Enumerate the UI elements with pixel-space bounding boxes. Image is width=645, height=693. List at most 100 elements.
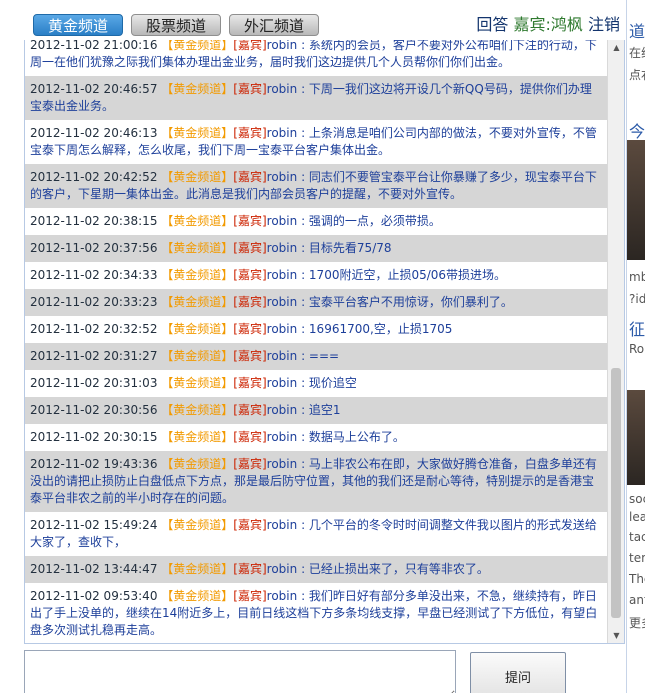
message-username[interactable]: robin	[267, 40, 298, 52]
message-username[interactable]: robin	[267, 403, 298, 417]
message-username[interactable]: robin	[267, 562, 298, 576]
message-text: 宝泰平台客户不用惊讶，你们暴利了。	[308, 295, 513, 309]
message-channel-tag: 【黄金频道】	[161, 82, 234, 96]
vertical-scrollbar[interactable]: ▲ ▼	[607, 40, 624, 643]
message-row: 2012-11-02 21:00:16 【黄金频道】[嘉宾]robin : 系统…	[25, 40, 608, 76]
side-item[interactable]: 点右	[629, 66, 645, 83]
message-guest-tag: [嘉宾]	[233, 349, 267, 363]
message-channel-tag: 【黄金频道】	[161, 322, 234, 336]
message-text: 16961700,空，止损1705	[308, 322, 453, 336]
message-channel-tag: 【黄金频道】	[161, 430, 234, 444]
message-username[interactable]: robin	[267, 457, 298, 471]
side-item[interactable]: tem	[629, 551, 645, 565]
message-timestamp: 2012-11-02 20:46:13	[30, 126, 158, 140]
message-username[interactable]: robin	[267, 295, 298, 309]
side-item[interactable]: mb	[629, 270, 645, 284]
message-separator: :	[297, 457, 309, 471]
tab-stock-channel[interactable]: 股票频道	[131, 14, 221, 36]
message-row: 2012-11-02 20:32:52 【黄金频道】[嘉宾]robin : 16…	[25, 316, 608, 343]
side-item[interactable]: The	[629, 572, 645, 586]
side-item[interactable]: lea	[629, 510, 645, 524]
scroll-down-icon[interactable]: ▼	[608, 628, 624, 643]
side-item[interactable]: ant	[629, 593, 645, 607]
message-username[interactable]: robin	[267, 82, 298, 96]
logout-link[interactable]: 注销	[588, 15, 620, 34]
message-username[interactable]: robin	[267, 268, 298, 282]
side-item[interactable]: Rol	[629, 342, 645, 356]
message-guest-tag: [嘉宾]	[233, 562, 267, 576]
answer-link[interactable]: 回答	[476, 15, 508, 34]
message-guest-tag: [嘉宾]	[233, 376, 267, 390]
message-channel-tag: 【黄金频道】	[161, 349, 234, 363]
message-username[interactable]: robin	[267, 349, 298, 363]
message-guest-tag: [嘉宾]	[233, 518, 267, 532]
tab-forex-channel[interactable]: 外汇频道	[229, 14, 319, 36]
question-input[interactable]	[24, 650, 456, 693]
message-timestamp: 2012-11-02 20:34:33	[30, 268, 158, 282]
message-channel-tag: 【黄金频道】	[161, 562, 234, 576]
scroll-thumb[interactable]	[611, 368, 621, 618]
message-guest-tag: [嘉宾]	[233, 403, 267, 417]
side-item[interactable]: tac	[629, 530, 645, 544]
message-channel-tag: 【黄金频道】	[161, 241, 234, 255]
message-username[interactable]: robin	[267, 518, 298, 532]
guest-label: 嘉宾:	[513, 15, 551, 34]
message-username[interactable]: robin	[267, 170, 298, 184]
message-guest-tag: [嘉宾]	[233, 170, 267, 184]
ask-button[interactable]: 提问	[470, 652, 566, 693]
message-username[interactable]: robin	[267, 430, 298, 444]
message-timestamp: 2012-11-02 20:46:57	[30, 82, 158, 96]
message-channel-tag: 【黄金频道】	[161, 518, 234, 532]
message-separator: :	[297, 562, 309, 576]
message-channel-tag: 【黄金频道】	[161, 376, 234, 390]
message-row: 2012-11-02 20:42:52 【黄金频道】[嘉宾]robin : 同志…	[25, 164, 608, 208]
side-item[interactable]: 更多	[629, 614, 645, 631]
side-item[interactable]: 在线	[629, 44, 645, 61]
message-username[interactable]: robin	[267, 376, 298, 390]
side-item[interactable]: 征	[629, 316, 645, 340]
message-separator: :	[297, 376, 309, 390]
message-row: 2012-11-02 20:30:15 【黄金频道】[嘉宾]robin : 数据…	[25, 424, 608, 451]
message-text: 追空1	[308, 403, 341, 417]
message-guest-tag: [嘉宾]	[233, 430, 267, 444]
message-username[interactable]: robin	[267, 126, 298, 140]
side-item[interactable]: 道	[629, 18, 645, 42]
tab-gold-channel[interactable]: 黄金频道	[33, 14, 123, 36]
message-channel-tag: 【黄金频道】	[161, 295, 234, 309]
message-text: ===	[308, 349, 340, 363]
message-text: 目标先看75/78	[308, 241, 392, 255]
message-separator: :	[297, 518, 309, 532]
side-item[interactable]: ?id	[629, 292, 645, 306]
message-username[interactable]: robin	[267, 241, 298, 255]
scroll-up-icon[interactable]: ▲	[608, 40, 624, 56]
message-guest-tag: [嘉宾]	[233, 457, 267, 471]
message-guest-tag: [嘉宾]	[233, 322, 267, 336]
message-separator: :	[297, 170, 309, 184]
message-row: 2012-11-02 20:31:03 【黄金频道】[嘉宾]robin : 现价…	[25, 370, 608, 397]
message-text: 现价追空	[308, 376, 357, 390]
message-panel: 2012-11-02 21:00:16 【黄金频道】[嘉宾]robin : 系统…	[24, 40, 625, 644]
message-separator: :	[297, 214, 309, 228]
message-row: 2012-11-02 15:49:24 【黄金频道】[嘉宾]robin : 几个…	[25, 512, 608, 556]
message-channel-tag: 【黄金频道】	[161, 214, 234, 228]
message-username[interactable]: robin	[267, 322, 298, 336]
side-item[interactable]: 今	[629, 118, 645, 142]
message-username[interactable]: robin	[267, 214, 298, 228]
side-item[interactable]: soc	[629, 492, 645, 506]
message-list: 2012-11-02 21:00:16 【黄金频道】[嘉宾]robin : 系统…	[25, 40, 608, 643]
message-channel-tag: 【黄金频道】	[161, 457, 234, 471]
message-username[interactable]: robin	[267, 589, 298, 603]
message-row: 2012-11-02 13:44:47 【黄金频道】[嘉宾]robin : 已经…	[25, 556, 608, 583]
message-text: 已经止损出来了，只有等非农了。	[308, 562, 489, 576]
message-channel-tag: 【黄金频道】	[161, 403, 234, 417]
message-timestamp: 2012-11-02 20:38:15	[30, 214, 158, 228]
message-timestamp: 2012-11-02 20:33:23	[30, 295, 158, 309]
message-separator: :	[297, 82, 309, 96]
message-row: 2012-11-02 20:30:56 【黄金频道】[嘉宾]robin : 追空…	[25, 397, 608, 424]
message-timestamp: 2012-11-02 15:49:24	[30, 518, 158, 532]
message-text: 强调的一点，必须带损。	[308, 214, 441, 228]
message-text: 1700附近空，止损05/06带损进场。	[308, 268, 507, 282]
message-timestamp: 2012-11-02 13:44:47	[30, 562, 158, 576]
message-separator: :	[297, 40, 309, 52]
message-separator: :	[297, 295, 309, 309]
